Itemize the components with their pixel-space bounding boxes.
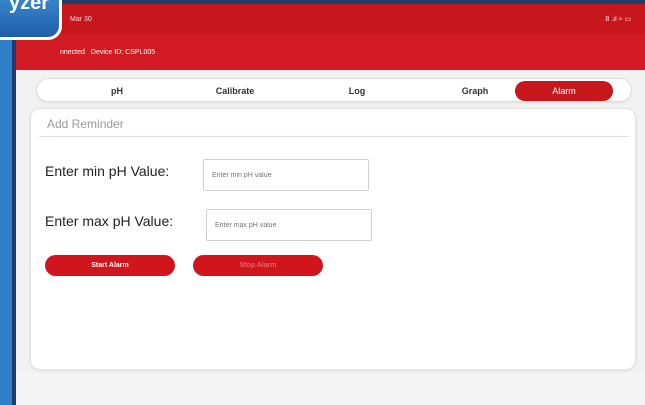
add-reminder-card: Add Reminder Enter min pH Value: Enter m…	[30, 108, 636, 370]
divider	[39, 136, 629, 137]
start-alarm-button[interactable]: Start Alarm	[45, 255, 175, 276]
tab-log[interactable]: Log	[307, 81, 407, 101]
card-title: Add Reminder	[47, 117, 124, 131]
tab-calibrate[interactable]: Calibrate	[185, 81, 285, 101]
min-ph-input[interactable]	[203, 159, 369, 191]
bottom-area	[16, 374, 645, 405]
min-ph-label: Enter min pH Value:	[45, 163, 170, 179]
status-bar: Mar 30 8 .ıl ≈ ▭	[16, 4, 645, 34]
max-ph-label: Enter max pH Value:	[45, 213, 174, 229]
connection-status: nnected	[60, 48, 85, 56]
device-id: Device ID: CSPL005	[90, 48, 156, 56]
tab-graph[interactable]: Graph	[425, 81, 525, 101]
app-bar: nnected Device ID: CSPL005	[16, 34, 645, 70]
tab-ph[interactable]: pH	[67, 81, 167, 101]
device-screen: Mar 30 8 .ıl ≈ ▭ nnected Device ID: CSPL…	[12, 0, 645, 405]
max-ph-input[interactable]	[206, 209, 372, 241]
app-badge: yzer	[0, 0, 62, 40]
stop-alarm-button[interactable]: Stop Alarm	[193, 255, 323, 276]
tab-bar: pH Calibrate Log Graph Alarm	[36, 78, 632, 102]
status-icons: 8 .ıl ≈ ▭	[605, 16, 631, 23]
tab-alarm[interactable]: Alarm	[515, 81, 613, 101]
status-time: Mar 30	[70, 15, 92, 23]
